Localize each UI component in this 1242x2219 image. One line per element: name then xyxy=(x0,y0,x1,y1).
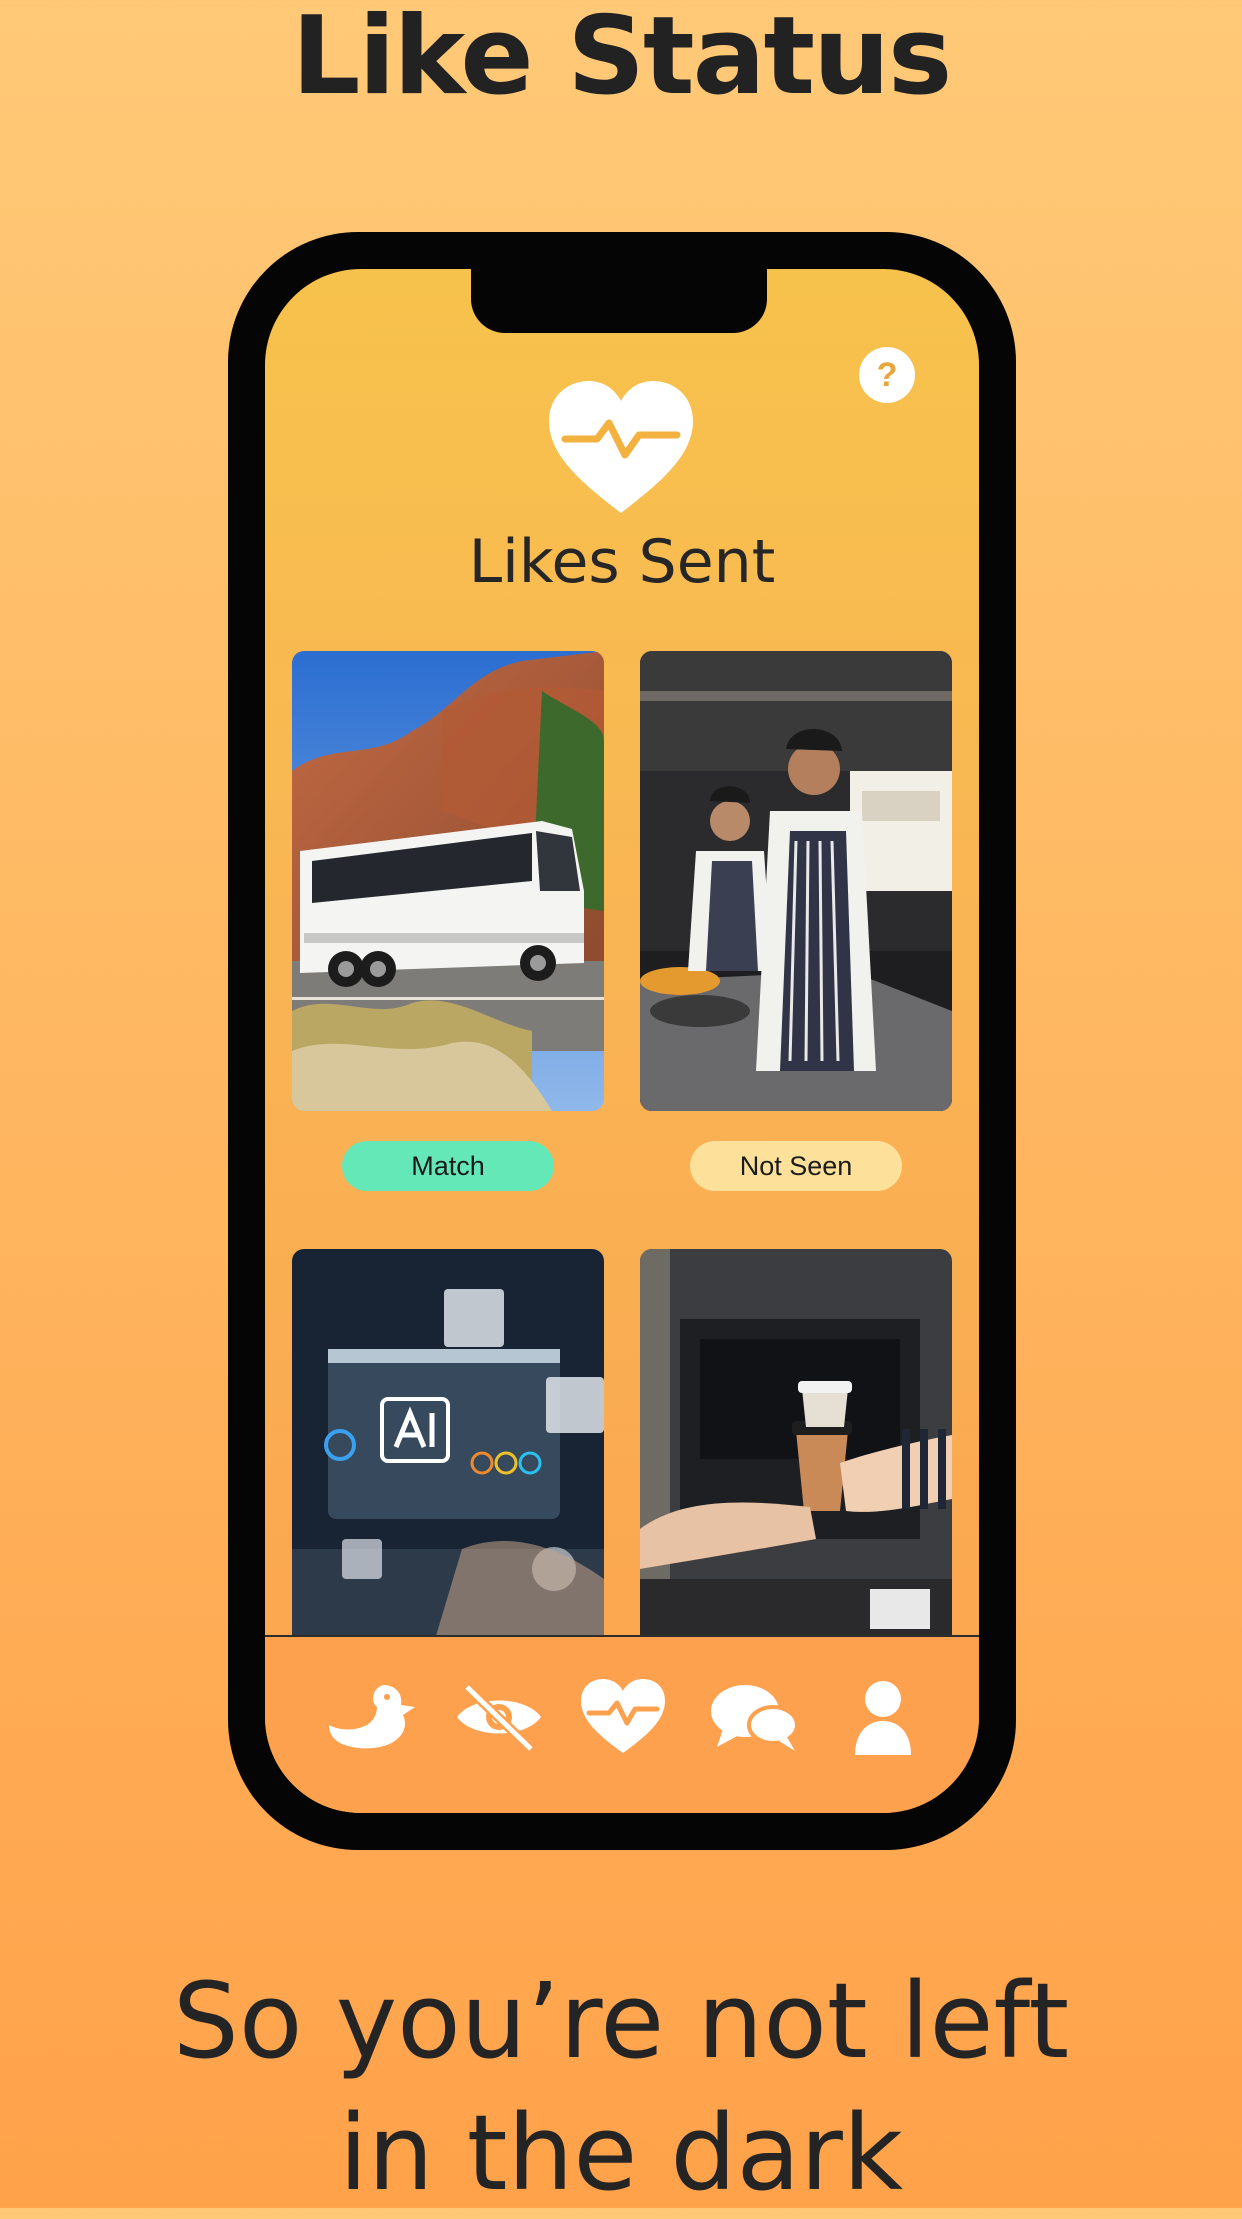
bottom-nav-bar xyxy=(265,1635,979,1813)
phone-screen: ? Likes Sent Match Not Seen xyxy=(265,269,979,1813)
heart-pulse-icon xyxy=(581,1679,665,1753)
heart-pulse-icon xyxy=(549,381,693,513)
tour-bus-canyon-photo xyxy=(292,651,604,1111)
nav-likes[interactable] xyxy=(577,1677,669,1757)
nav-discover[interactable] xyxy=(327,1677,419,1757)
coffee-handoff-photo xyxy=(640,1249,952,1649)
ai-laptop-dashboard-photo xyxy=(292,1249,604,1649)
eye-slash-icon xyxy=(457,1683,541,1753)
tagline-line-2: in the dark xyxy=(338,2092,904,2214)
chefs-in-kitchen-photo xyxy=(640,651,952,1111)
page-title: Likes Sent xyxy=(468,527,776,597)
duck-icon xyxy=(329,1685,415,1749)
nav-hidden[interactable] xyxy=(453,1677,545,1757)
chat-bubbles-icon xyxy=(711,1685,799,1751)
tagline-line-1: So you’re not left xyxy=(172,1960,1070,2082)
headline: Like Status xyxy=(291,0,953,119)
nav-profile[interactable] xyxy=(837,1677,929,1757)
liked-photo-card[interactable] xyxy=(640,1249,952,1649)
liked-photo-card[interactable] xyxy=(292,651,604,1111)
phone-notch xyxy=(471,269,767,333)
status-badge-match: Match xyxy=(342,1141,554,1191)
status-badge-not-seen: Not Seen xyxy=(690,1141,902,1191)
nav-messages[interactable] xyxy=(709,1677,801,1757)
help-button[interactable]: ? xyxy=(859,347,915,403)
user-icon xyxy=(855,1681,911,1755)
liked-photo-card[interactable] xyxy=(640,651,952,1111)
tagline: So you’re not left in the dark xyxy=(0,1955,1242,2219)
liked-photo-card[interactable] xyxy=(292,1249,604,1649)
phone-frame: ? Likes Sent Match Not Seen xyxy=(228,232,1016,1850)
